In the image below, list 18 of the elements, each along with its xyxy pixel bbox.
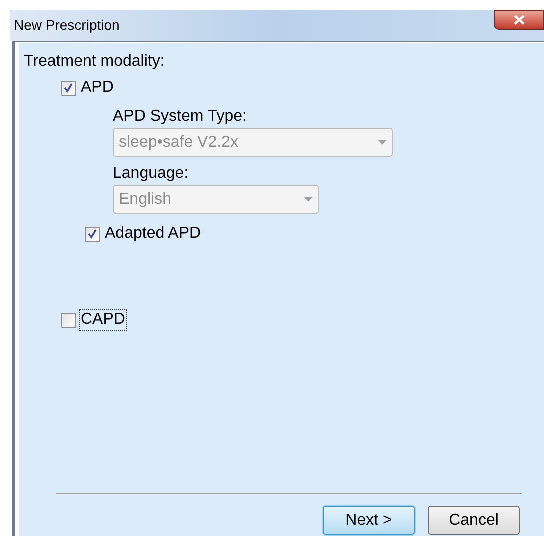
checkmark-icon (88, 229, 97, 239)
checkbox-label: CAPD (79, 309, 128, 331)
dialog-button[interactable]: Next > (323, 506, 415, 535)
caret-icon (304, 197, 313, 202)
window-title: New Prescription (14, 16, 120, 35)
section-heading: Treatment modality: (24, 52, 166, 72)
checkmark-icon (64, 83, 73, 93)
close-button[interactable] (494, 10, 544, 30)
checkbox[interactable] (61, 80, 76, 96)
caret-icon (378, 140, 387, 145)
field-label: Language: (113, 164, 190, 184)
field-label: APD System Type: (113, 107, 248, 127)
checkbox-label: Adapted APD (104, 224, 202, 244)
dialog-button[interactable]: Cancel (428, 506, 520, 535)
close-icon (514, 15, 524, 25)
checkbox[interactable] (85, 226, 100, 242)
checkbox[interactable] (61, 312, 76, 328)
checkbox-label: APD (80, 78, 115, 98)
